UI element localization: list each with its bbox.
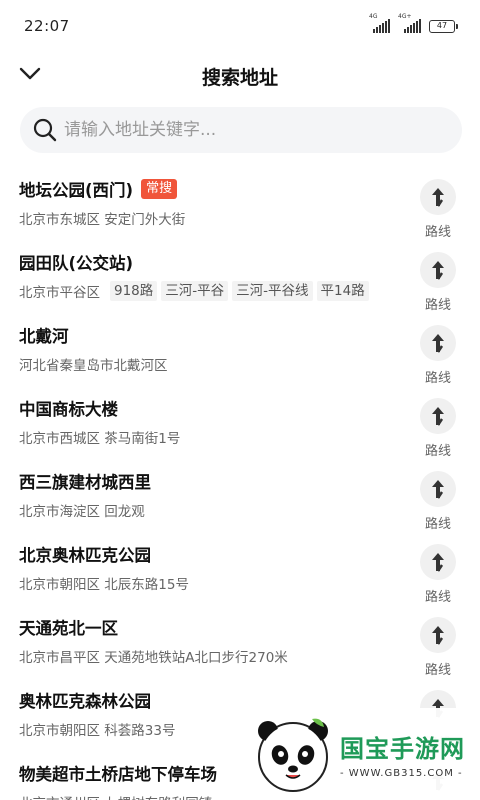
result-name-line: 奥林匹克森林公园 [19, 681, 480, 711]
result-address: 北京市通州区 九棵树东路利园镇 [19, 792, 212, 800]
result-address: 北京市昌平区 天通苑地铁站A北口步行270米 [19, 650, 288, 666]
result-name-line: 园田队(公交站) [19, 243, 480, 273]
status-icons: 4G 4G+ 47 [369, 13, 458, 33]
battery-level: 47 [429, 19, 455, 33]
result-address: 北京市海淀区 回龙观 [19, 504, 145, 520]
route-label: 路线 [424, 444, 451, 459]
result-address-line: 北京市海淀区 回龙观 [19, 500, 480, 520]
watermark-title: 国宝手游网 [340, 735, 465, 763]
bus-line-tag: 三河-平谷线 [232, 281, 313, 301]
route-arrow-icon [420, 471, 456, 507]
result-name-line: 地坛公园(西门) 常搜 [19, 170, 480, 200]
route-button[interactable]: 路线 [420, 544, 456, 605]
result-address: 北京市朝阳区 科荟路33号 [19, 723, 176, 739]
result-address: 北京市东城区 安定门外大街 [19, 212, 186, 228]
nav-bar: 搜索地址 [0, 52, 480, 100]
route-label: 路线 [424, 590, 451, 605]
panda-logo-icon [258, 718, 328, 792]
list-item[interactable]: 中国商标大楼北京市西城区 茶马南街1号路线 [0, 389, 480, 462]
result-name-line: 西三旗建材城西里 [19, 462, 480, 492]
result-name: 园田队(公交站) [19, 254, 134, 273]
watermark: 国宝手游网 - WWW.GB315.COM - [232, 708, 480, 800]
route-label: 路线 [424, 298, 451, 313]
route-arrow-icon [420, 179, 456, 215]
result-address-line: 北京市西城区 茶马南街1号 [19, 427, 480, 447]
route-button[interactable]: 路线 [420, 252, 456, 313]
route-arrow-icon [420, 617, 456, 653]
result-name: 西三旗建材城西里 [19, 473, 151, 492]
signal-icon: 4G [369, 13, 390, 33]
result-address: 北京市平谷区 [19, 285, 100, 301]
page-title: 搜索地址 [201, 66, 278, 89]
result-address: 河北省秦皇岛市北戴河区 [19, 358, 168, 374]
status-bar: 22:07 4G 4G+ 47 [0, 0, 480, 52]
sim1-label: 4G [369, 13, 378, 20]
result-name-line: 北京奥林匹克公园 [19, 535, 480, 565]
list-item[interactable]: 北戴河河北省秦皇岛市北戴河区路线 [0, 316, 480, 389]
status-time: 22:07 [24, 17, 70, 35]
watermark-url: - WWW.GB315.COM - [340, 768, 463, 779]
search-icon [33, 118, 57, 142]
route-label: 路线 [424, 517, 451, 532]
sim2-label: 4G+ [398, 13, 412, 20]
result-name-line: 天通苑北一区 [19, 608, 480, 638]
route-arrow-icon [420, 398, 456, 434]
list-item[interactable]: 天通苑北一区北京市昌平区 天通苑地铁站A北口步行270米路线 [0, 608, 480, 681]
bus-line-tag: 平14路 [316, 281, 369, 301]
bus-line-tags: 918路 三河-平谷 三河-平谷线 平14路 [100, 281, 369, 301]
result-address-line: 北京市朝阳区 北辰东路15号 [19, 573, 480, 593]
result-name: 地坛公园(西门) [19, 181, 134, 200]
route-arrow-icon [420, 325, 456, 361]
result-name-line: 北戴河 [19, 316, 480, 346]
result-name: 北京奥林匹克公园 [19, 546, 151, 565]
list-item[interactable]: 园田队(公交站) 北京市平谷区 918路 三河-平谷 三河-平谷线 平14路 路线 [0, 243, 480, 316]
route-label: 路线 [424, 225, 451, 240]
search-bar[interactable] [20, 107, 462, 153]
route-arrow-icon [420, 544, 456, 580]
route-label: 路线 [424, 371, 451, 386]
result-name: 物美超市土桥店地下停车场 [19, 765, 217, 784]
bus-line-tag: 三河-平谷 [161, 281, 229, 301]
result-name: 中国商标大楼 [19, 400, 118, 419]
result-name: 天通苑北一区 [19, 619, 118, 638]
signal-icon-2: 4G+ [398, 13, 421, 33]
result-address: 北京市西城区 茶马南街1号 [19, 431, 181, 447]
battery-icon: 47 [429, 19, 458, 33]
result-name: 奥林匹克森林公园 [19, 692, 151, 711]
search-input[interactable] [64, 120, 444, 140]
result-address-line: 河北省秦皇岛市北戴河区 [19, 354, 480, 374]
bus-line-tag: 918路 [110, 281, 158, 301]
route-button[interactable]: 路线 [420, 617, 456, 678]
result-name-line: 中国商标大楼 [19, 389, 480, 419]
result-list: 地坛公园(西门) 常搜 北京市东城区 安定门外大街 路线 园田队(公交站) 北京市平谷区 9… [0, 170, 480, 800]
chevron-down-icon [19, 67, 41, 80]
route-button[interactable]: 路线 [420, 398, 456, 459]
list-item[interactable]: 北京奥林匹克公园北京市朝阳区 北辰东路15号路线 [0, 535, 480, 608]
frequent-badge: 常搜 [141, 179, 178, 199]
route-button[interactable]: 路线 [420, 325, 456, 386]
route-arrow-icon [420, 252, 456, 288]
result-address: 北京市朝阳区 北辰东路15号 [19, 577, 189, 593]
route-label: 路线 [424, 663, 451, 678]
route-button[interactable]: 路线 [420, 471, 456, 532]
result-address-line: 北京市平谷区 918路 三河-平谷 三河-平谷线 平14路 [19, 281, 480, 301]
list-item[interactable]: 地坛公园(西门) 常搜北京市东城区 安定门外大街路线 [0, 170, 480, 243]
route-button[interactable]: 路线 [420, 179, 456, 240]
result-name: 北戴河 [19, 327, 69, 346]
result-address-line: 北京市东城区 安定门外大街 [19, 208, 480, 228]
back-button[interactable] [14, 58, 46, 90]
list-item[interactable]: 西三旗建材城西里 北京市海淀区 回龙观路线 [0, 462, 480, 535]
result-address-line: 北京市昌平区 天通苑地铁站A北口步行270米 [19, 646, 480, 666]
